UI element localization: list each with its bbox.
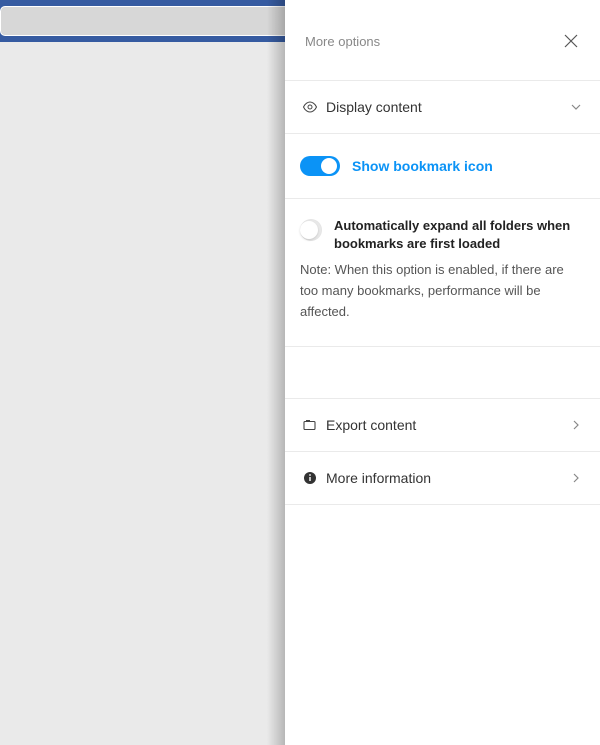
- chevron-right-icon: [570, 419, 582, 431]
- show-bookmark-icon-toggle[interactable]: [300, 156, 340, 176]
- chevron-right-icon: [570, 472, 582, 484]
- more-options-panel: More options Display content Show bookma…: [285, 0, 600, 745]
- display-content-row[interactable]: Display content: [285, 81, 600, 134]
- show-bookmark-icon-row: Show bookmark icon: [285, 134, 600, 199]
- panel-title: More options: [305, 34, 380, 49]
- search-input[interactable]: [0, 6, 294, 36]
- auto-expand-label: Automatically expand all folders when bo…: [322, 217, 582, 252]
- panel-header: More options: [285, 0, 600, 81]
- eye-icon: [300, 99, 320, 115]
- app-top-bar: [0, 0, 300, 42]
- show-bookmark-icon-label: Show bookmark icon: [340, 158, 493, 174]
- display-content-label: Display content: [320, 99, 570, 115]
- section-gap: [285, 347, 600, 399]
- export-content-row[interactable]: Export content: [285, 399, 600, 452]
- auto-expand-toggle[interactable]: [300, 219, 322, 241]
- chevron-down-icon: [570, 101, 582, 113]
- close-icon[interactable]: [560, 30, 582, 52]
- export-content-label: Export content: [320, 417, 570, 433]
- more-information-label: More information: [320, 470, 570, 486]
- auto-expand-note: Note: When this option is enabled, if th…: [300, 252, 582, 322]
- info-icon: [300, 471, 320, 485]
- more-information-row[interactable]: More information: [285, 452, 600, 505]
- app-main-area: [0, 42, 300, 745]
- export-icon: [300, 417, 320, 433]
- auto-expand-block: Automatically expand all folders when bo…: [285, 199, 600, 347]
